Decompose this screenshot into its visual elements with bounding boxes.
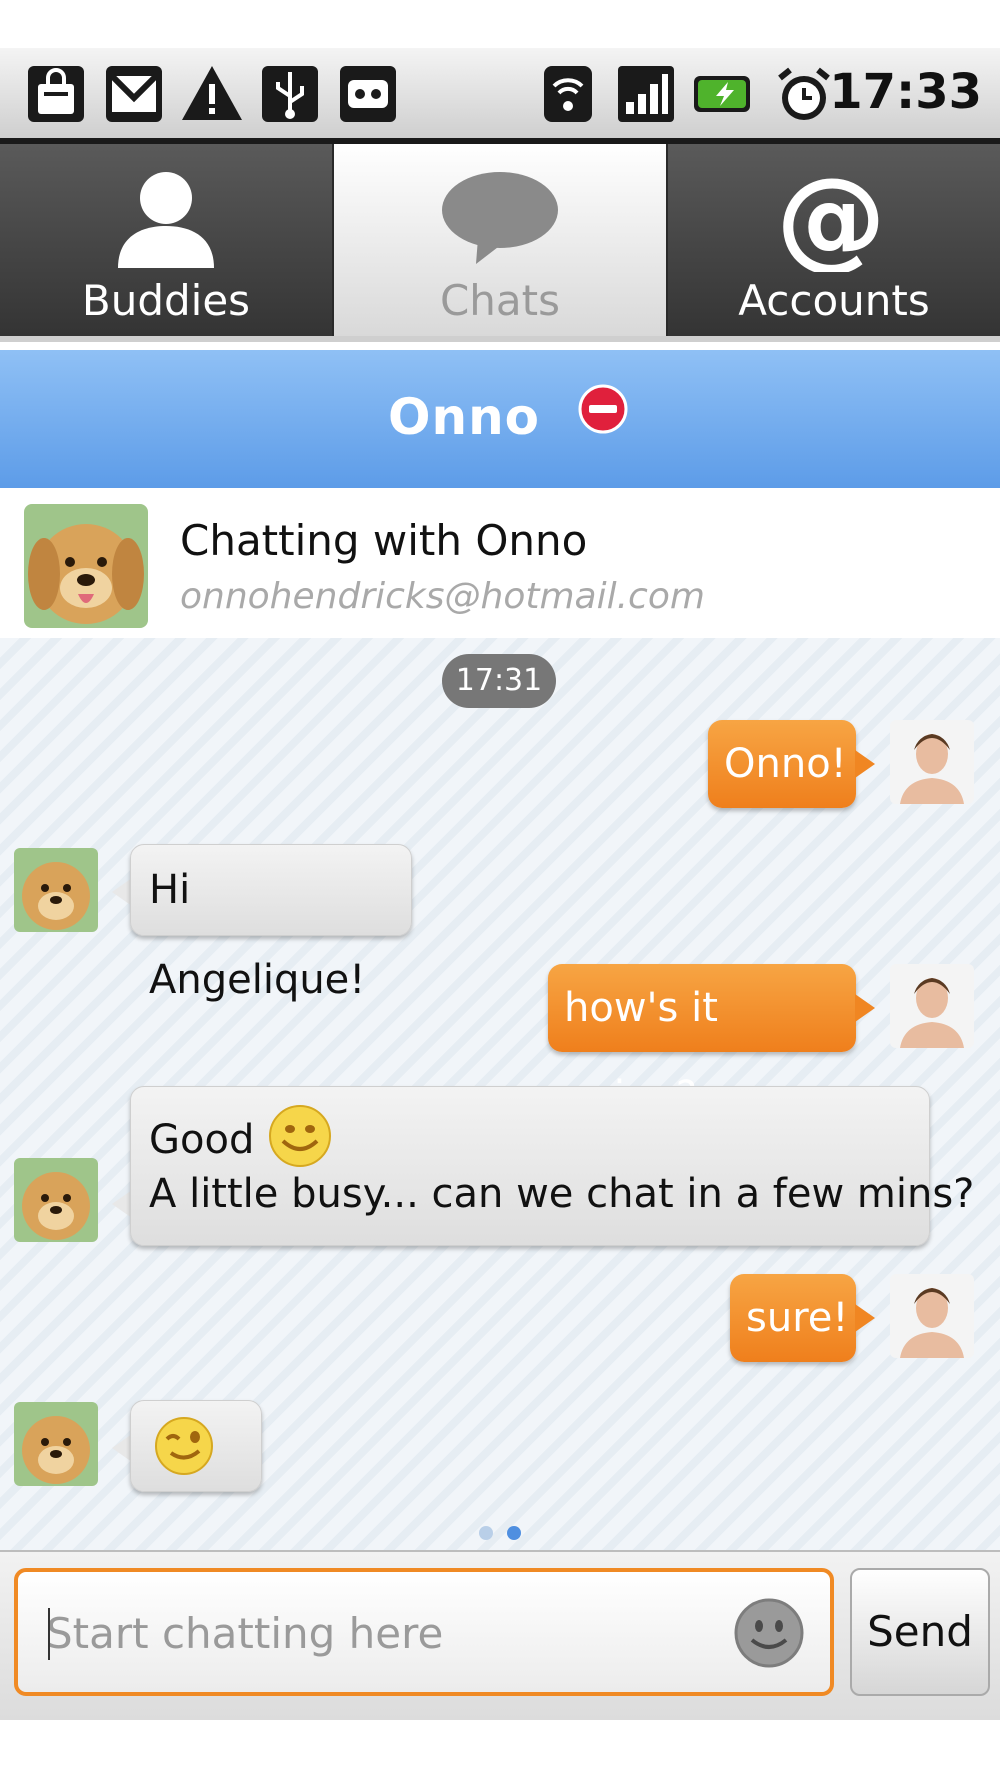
page-indicator-dot-active xyxy=(507,1526,521,1540)
message-bubble-incoming: Hi Angelique! xyxy=(130,844,412,1003)
text-cursor xyxy=(48,1608,50,1660)
bubble-tail xyxy=(112,1190,132,1218)
message-line: A little busy... can we chat in a few mi… xyxy=(149,1171,975,1217)
tab-label: Buddies xyxy=(81,276,251,325)
chatting-with-title: Chatting with Onno xyxy=(180,516,588,565)
timestamp-pill: 17:31 xyxy=(442,654,556,708)
smile-emoji-icon xyxy=(269,1105,331,1167)
tab-bar: Buddies Chats @ Accounts xyxy=(0,144,1000,342)
message-bubble-incoming: Good A little busy... can we chat in a f… xyxy=(130,1086,974,1246)
busy-status-icon xyxy=(578,384,628,434)
bubble-tail xyxy=(112,1434,132,1462)
chat-header: Onno xyxy=(0,350,1000,488)
status-time: 17:33 xyxy=(829,64,982,120)
svg-text:@: @ xyxy=(776,164,886,272)
message-bubble-outgoing: Onno! xyxy=(708,720,856,808)
bubble-tail xyxy=(112,878,132,906)
message-bubble-outgoing: how's it going? xyxy=(548,964,856,1119)
warning-icon xyxy=(182,66,242,120)
usb-icon xyxy=(262,66,318,122)
contact-avatar-small xyxy=(14,1402,98,1486)
status-bar: 17:33 xyxy=(0,48,1000,144)
voicemail-icon xyxy=(340,66,396,122)
contact-email: onnohendricks@hotmail.com xyxy=(180,576,705,617)
battery-charging-icon xyxy=(694,76,750,112)
bubble-tail xyxy=(855,1304,875,1332)
signal-icon xyxy=(618,66,674,122)
message-bubble-outgoing: sure! xyxy=(730,1274,856,1362)
emoji-picker-icon[interactable] xyxy=(732,1596,806,1670)
contact-avatar-small xyxy=(14,848,98,932)
at-sign-icon: @ xyxy=(776,164,886,272)
contact-info[interactable]: Chatting with Onno onnohendricks@hotmail… xyxy=(0,488,1000,638)
bubble-tail xyxy=(855,994,875,1022)
shopping-bag-icon xyxy=(28,66,84,122)
contact-avatar-small xyxy=(14,1158,98,1242)
tab-label: Chats xyxy=(439,276,561,325)
alarm-icon xyxy=(778,67,830,120)
speech-bubble-icon xyxy=(442,172,558,264)
composer-bar: Send xyxy=(0,1550,1000,1720)
my-avatar xyxy=(890,964,974,1048)
message-bubble-incoming xyxy=(130,1400,262,1492)
tab-divider xyxy=(0,336,1000,342)
my-avatar xyxy=(890,720,974,804)
message-input-box[interactable] xyxy=(14,1568,834,1696)
bubble-tail xyxy=(855,750,875,778)
my-avatar xyxy=(890,1274,974,1358)
page-indicator-dot xyxy=(479,1526,493,1540)
send-button[interactable]: Send xyxy=(850,1568,990,1696)
contact-name: Onno xyxy=(387,388,541,446)
contact-avatar xyxy=(24,504,148,628)
wifi-icon xyxy=(544,66,592,122)
person-icon xyxy=(118,172,214,268)
tab-chats[interactable]: Chats xyxy=(334,144,666,336)
message-line: Good xyxy=(149,1117,255,1163)
tab-accounts[interactable]: @ Accounts xyxy=(668,144,1000,336)
chat-area[interactable]: 17:31 Onno! Hi Angelique! how's it going… xyxy=(0,638,1000,1550)
wink-emoji-icon xyxy=(155,1417,213,1475)
message-input[interactable] xyxy=(44,1596,728,1670)
tab-buddies[interactable]: Buddies xyxy=(0,144,332,336)
gmail-icon xyxy=(106,66,162,122)
tab-label: Accounts xyxy=(738,276,930,325)
